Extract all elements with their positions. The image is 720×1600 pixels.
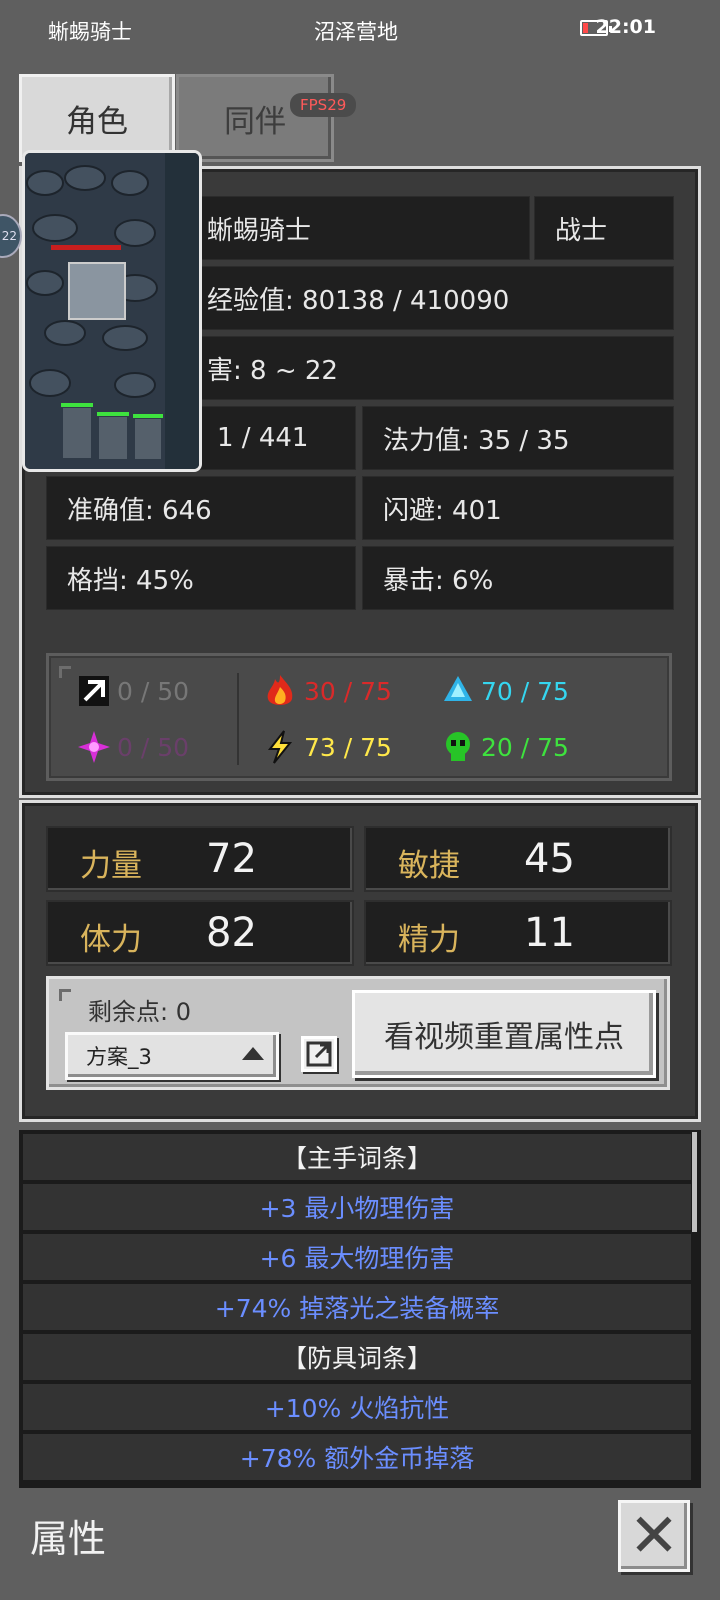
affix-header-main-hand: 【主手词条】	[23, 1134, 691, 1182]
poison-resist-icon	[440, 729, 476, 765]
affix-text: +74% 掉落光之装备概率	[214, 1294, 500, 1323]
block-cell: 格挡: 45%	[46, 546, 356, 610]
block-value: 格挡: 45%	[67, 565, 194, 596]
tab-companion-label: 同伴	[224, 103, 286, 140]
affix-list[interactable]: 【主手词条】 +3 最小物理伤害 +6 最大物理伤害 +74% 掉落光之装备概率…	[19, 1130, 701, 1488]
character-name: 蜥蜴骑士	[207, 215, 312, 246]
mp-value: 法力值: 35 / 35	[383, 425, 570, 456]
ice-resist-icon	[440, 673, 476, 709]
agility-label: 敏捷	[398, 848, 460, 884]
experience-value: 经验值: 80138 / 410090	[207, 285, 510, 316]
character-name-cell: 蜥蜴骑士	[186, 196, 530, 260]
character-class-cell: 战士	[534, 196, 674, 260]
list-item: +78% 额外金币掉落	[23, 1434, 691, 1482]
affix-text: 【主手词条】	[281, 1144, 432, 1173]
strength-label: 力量	[80, 848, 142, 884]
strength-value: 72	[206, 836, 257, 882]
experience-cell: 经验值: 80138 / 410090	[186, 266, 674, 330]
page-title: 属性	[30, 1517, 107, 1561]
stamina-label: 体力	[80, 922, 142, 958]
dodge-cell: 闪避: 401	[362, 476, 674, 540]
dropdown-arrow-icon	[242, 1047, 264, 1060]
physical-resist-value: 0 / 50	[117, 677, 190, 706]
tab-companion[interactable]: 同伴	[176, 74, 334, 162]
affix-text: 【防具词条】	[281, 1344, 432, 1373]
list-item: +74% 掉落光之装备概率	[23, 1284, 691, 1332]
affix-text: +3 最小物理伤害	[259, 1194, 455, 1223]
preset-select[interactable]: 方案_3	[65, 1032, 279, 1080]
status-bar: 蜥蜴骑士 沼泽营地 22:01	[0, 0, 720, 58]
agility-value: 45	[524, 836, 575, 882]
hp-value: 1 / 441	[217, 423, 309, 453]
arcane-resist-icon	[76, 729, 112, 765]
side-level-text: 22	[1, 229, 17, 243]
resistance-divider	[237, 673, 239, 765]
lightning-resist-icon	[262, 729, 298, 765]
fire-resist-value: 30 / 75	[304, 677, 392, 706]
lightning-resist-value: 73 / 75	[304, 733, 392, 762]
accuracy-value: 准确值: 646	[67, 495, 212, 526]
character-class: 战士	[555, 215, 608, 246]
game-preview-window[interactable]	[22, 150, 202, 472]
close-icon: ✕	[628, 1501, 680, 1571]
tab-character-label: 角色	[66, 103, 128, 140]
energy-cell: 精力 11	[364, 900, 672, 966]
affix-text: +78% 额外金币掉落	[239, 1444, 475, 1473]
affix-text: +6 最大物理伤害	[259, 1244, 455, 1273]
fire-resist-icon	[262, 673, 298, 709]
status-location: 沼泽营地	[314, 20, 398, 44]
crit-value: 暴击: 6%	[383, 565, 494, 596]
fps-badge: FPS29	[290, 93, 357, 117]
dodge-value: 闪避: 401	[383, 495, 502, 526]
reset-attributes-button[interactable]: 看视频重置属性点	[352, 990, 656, 1078]
strength-cell: 力量 72	[46, 826, 354, 892]
remaining-points: 剩余点: 0	[88, 998, 191, 1026]
close-button[interactable]: ✕	[618, 1500, 690, 1572]
stamina-cell: 体力 82	[46, 900, 354, 966]
list-item: +3 最小物理伤害	[23, 1184, 691, 1232]
agility-cell: 敏捷 45	[364, 826, 672, 892]
status-character-name: 蜥蜴骑士	[48, 20, 132, 44]
preset-value: 方案_3	[86, 1045, 152, 1069]
damage-cell: 害: 8 ~ 22	[186, 336, 674, 400]
accuracy-cell: 准确值: 646	[46, 476, 356, 540]
export-icon[interactable]	[301, 1036, 337, 1072]
affix-scrollbar[interactable]	[692, 1132, 697, 1232]
list-item: +6 最大物理伤害	[23, 1234, 691, 1282]
energy-value: 11	[524, 910, 575, 956]
affix-header-armor: 【防具词条】	[23, 1334, 691, 1382]
crit-cell: 暴击: 6%	[362, 546, 674, 610]
reset-attributes-label: 看视频重置属性点	[384, 1020, 624, 1055]
damage-value: 害: 8 ~ 22	[207, 355, 338, 386]
physical-resist-icon	[76, 673, 112, 709]
list-item: +10% 火焰抗性	[23, 1384, 691, 1432]
arcane-resist-value: 0 / 50	[117, 733, 190, 762]
game-scene	[25, 153, 199, 469]
ice-resist-value: 70 / 75	[481, 677, 569, 706]
poison-resist-value: 20 / 75	[481, 733, 569, 762]
energy-label: 精力	[398, 922, 460, 958]
affix-text: +10% 火焰抗性	[264, 1394, 450, 1423]
mp-cell: 法力值: 35 / 35	[362, 406, 674, 470]
status-time: 22:01	[595, 16, 656, 38]
tab-character[interactable]: 角色	[19, 74, 175, 162]
stamina-value: 82	[206, 910, 257, 956]
